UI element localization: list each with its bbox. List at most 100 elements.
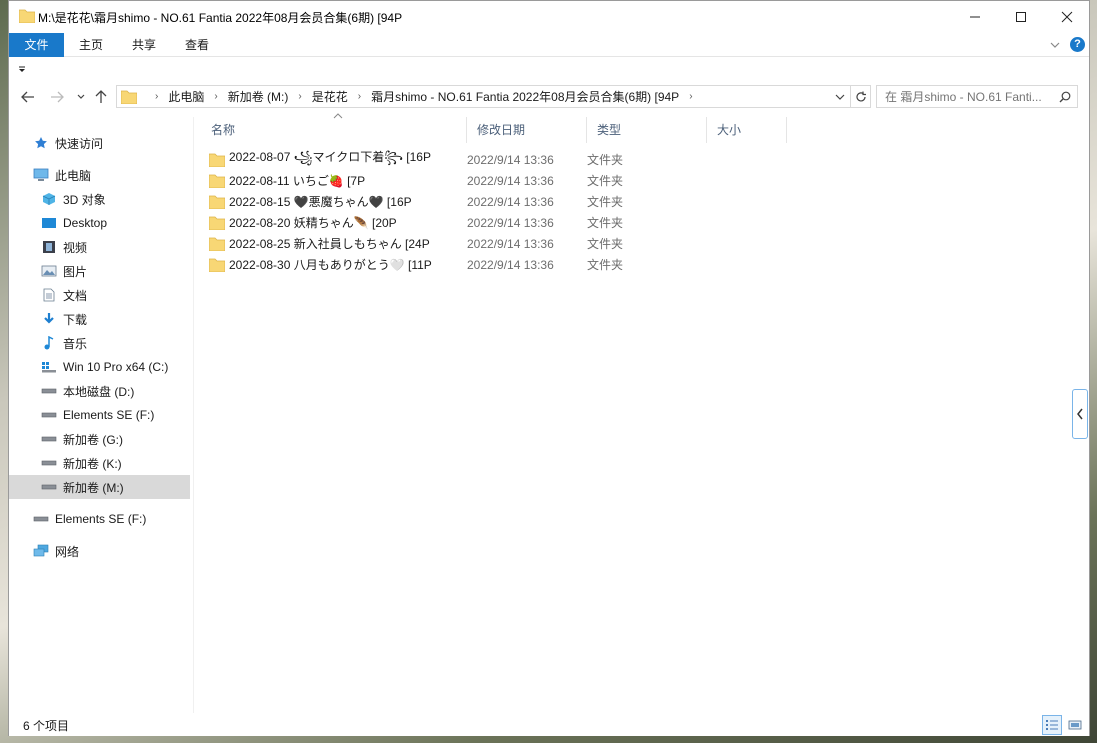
nav-label: 3D 对象 xyxy=(63,192,106,207)
tab-file[interactable]: 文件 xyxy=(9,33,64,57)
recent-locations-button[interactable] xyxy=(73,89,89,105)
column-header-size[interactable]: 大小 xyxy=(707,117,787,143)
tab-view[interactable]: 查看 xyxy=(177,33,217,57)
search-icon[interactable] xyxy=(1059,91,1071,103)
customize-toolbar-icon[interactable] xyxy=(18,66,26,74)
star-icon xyxy=(33,135,49,151)
file-row[interactable]: 2022-08-11 いちご🍓 [7P 2022/9/14 13:36 文件夹 xyxy=(209,170,789,191)
breadcrumb-this-pc[interactable]: 此电脑 xyxy=(168,88,204,105)
column-header-date[interactable]: 修改日期 xyxy=(467,117,587,143)
nav-label: 新加卷 (G:) xyxy=(63,432,123,447)
network-icon xyxy=(33,543,49,559)
file-type: 文件夹 xyxy=(587,153,624,167)
nav-label: Elements SE (F:) xyxy=(55,512,147,526)
breadcrumb-folder[interactable]: 是花花 xyxy=(312,88,348,105)
nav-this-pc[interactable]: 此电脑 xyxy=(9,163,190,187)
file-type: 文件夹 xyxy=(587,174,624,188)
navigation-pane: 快速访问 此电脑 3D 对象 Desktop 视频 图片 文档 下载 音乐 Wi… xyxy=(9,117,192,713)
folder-icon xyxy=(19,9,35,23)
file-row[interactable]: 2022-08-20 妖精ちゃん🪶 [20P 2022/9/14 13:36 文… xyxy=(209,212,789,233)
breadcrumb-separator[interactable]: › xyxy=(358,91,361,102)
minimize-button[interactable] xyxy=(952,1,998,33)
breadcrumb-separator[interactable]: › xyxy=(298,91,301,102)
maximize-button[interactable] xyxy=(998,1,1044,33)
file-type: 文件夹 xyxy=(587,258,624,272)
pane-splitter[interactable] xyxy=(193,117,194,713)
breadcrumb-separator[interactable]: › xyxy=(155,91,158,102)
nav-label: 此电脑 xyxy=(55,168,92,183)
folder-icon xyxy=(121,90,137,104)
details-view-icon xyxy=(1046,720,1058,730)
nav-label: Elements SE (F:) xyxy=(63,408,155,422)
file-name: 2022-08-25 新入社員しもちゃん [24P xyxy=(229,237,430,251)
file-name: 2022-08-20 妖精ちゃん🪶 [20P xyxy=(229,216,397,230)
nav-pictures[interactable]: 图片 xyxy=(9,259,190,283)
up-button[interactable] xyxy=(93,89,109,105)
search-box[interactable] xyxy=(876,85,1078,108)
expand-ribbon-icon[interactable] xyxy=(1050,40,1060,50)
column-header-name[interactable]: 名称 xyxy=(201,117,467,143)
desktop-icon xyxy=(41,215,57,231)
nav-documents[interactable]: 文档 xyxy=(9,283,190,307)
address-bar[interactable]: › 此电脑 › 新加卷 (M:) › 是花花 › 霜月shimo - NO.61… xyxy=(116,85,871,108)
file-row[interactable]: 2022-08-15 🖤悪魔ちゃん🖤 [16P 2022/9/14 13:36 … xyxy=(209,191,789,212)
nav-label: Win 10 Pro x64 (C:) xyxy=(63,360,169,374)
nav-downloads[interactable]: 下载 xyxy=(9,307,190,331)
nav-drive-d[interactable]: 本地磁盘 (D:) xyxy=(9,379,190,403)
preview-pane-toggle[interactable] xyxy=(1072,389,1088,439)
arrow-left-icon xyxy=(21,91,34,103)
details-view-button[interactable] xyxy=(1042,715,1062,735)
forward-button[interactable] xyxy=(49,89,65,105)
tab-home[interactable]: 主页 xyxy=(71,33,111,57)
nav-external-drive-f[interactable]: Elements SE (F:) xyxy=(9,507,190,531)
address-history-button[interactable] xyxy=(830,86,850,107)
close-button[interactable] xyxy=(1044,1,1090,33)
nav-drive-c[interactable]: Win 10 Pro x64 (C:) xyxy=(9,355,190,379)
folder-icon xyxy=(209,153,225,167)
nav-drive-g[interactable]: 新加卷 (G:) xyxy=(9,427,190,451)
file-row[interactable]: 2022-08-07 ꧁マイクロ下着꧂ [16P 2022/9/14 13:36… xyxy=(209,149,789,170)
nav-3d-objects[interactable]: 3D 对象 xyxy=(9,187,190,211)
tab-share[interactable]: 共享 xyxy=(124,33,164,57)
nav-quick-access[interactable]: 快速访问 xyxy=(9,131,190,155)
refresh-icon xyxy=(855,91,866,101)
nav-label: 视频 xyxy=(63,240,88,255)
folder-icon xyxy=(209,258,225,272)
help-icon[interactable]: ? xyxy=(1070,37,1085,52)
file-type: 文件夹 xyxy=(587,237,624,251)
drive-icon xyxy=(41,455,57,471)
nav-label: 音乐 xyxy=(63,336,88,351)
file-row[interactable]: 2022-08-30 八月もありがとう🤍 [11P 2022/9/14 13:3… xyxy=(209,254,789,275)
arrow-up-icon xyxy=(95,90,107,103)
breadcrumb-separator[interactable]: › xyxy=(689,91,692,102)
document-icon xyxy=(41,287,57,303)
film-icon xyxy=(41,239,57,255)
file-row[interactable]: 2022-08-25 新入社員しもちゃん [24P 2022/9/14 13:3… xyxy=(209,233,789,254)
file-date: 2022/9/14 13:36 xyxy=(467,236,554,251)
refresh-button[interactable] xyxy=(850,86,870,107)
nav-videos[interactable]: 视频 xyxy=(9,235,190,259)
nav-desktop[interactable]: Desktop xyxy=(9,211,190,235)
chevron-left-icon xyxy=(1077,408,1083,420)
cube-icon xyxy=(41,191,57,207)
breadcrumb-current[interactable]: 霜月shimo - NO.61 Fantia 2022年08月会员合集(6期) … xyxy=(371,88,679,105)
back-button[interactable] xyxy=(20,89,36,105)
nav-label: 新加卷 (K:) xyxy=(63,456,122,471)
column-header-type[interactable]: 类型 xyxy=(587,117,707,143)
breadcrumb-drive[interactable]: 新加卷 (M:) xyxy=(228,88,289,105)
file-date: 2022/9/14 13:36 xyxy=(467,257,554,272)
drive-icon xyxy=(41,407,57,423)
file-name: 2022-08-30 八月もありがとう🤍 [11P xyxy=(229,258,432,272)
search-input[interactable] xyxy=(885,86,1060,107)
nav-label: 文档 xyxy=(63,288,88,303)
folder-icon xyxy=(209,216,225,230)
nav-music[interactable]: 音乐 xyxy=(9,331,190,355)
folder-icon xyxy=(209,174,225,188)
nav-drive-k[interactable]: 新加卷 (K:) xyxy=(9,451,190,475)
nav-drive-f[interactable]: Elements SE (F:) xyxy=(9,403,190,427)
nav-network[interactable]: 网络 xyxy=(9,539,190,563)
large-icons-view-button[interactable] xyxy=(1065,715,1085,735)
breadcrumb-separator[interactable]: › xyxy=(214,91,217,102)
nav-drive-m[interactable]: 新加卷 (M:) xyxy=(9,475,190,499)
nav-label: 本地磁盘 (D:) xyxy=(63,384,135,399)
